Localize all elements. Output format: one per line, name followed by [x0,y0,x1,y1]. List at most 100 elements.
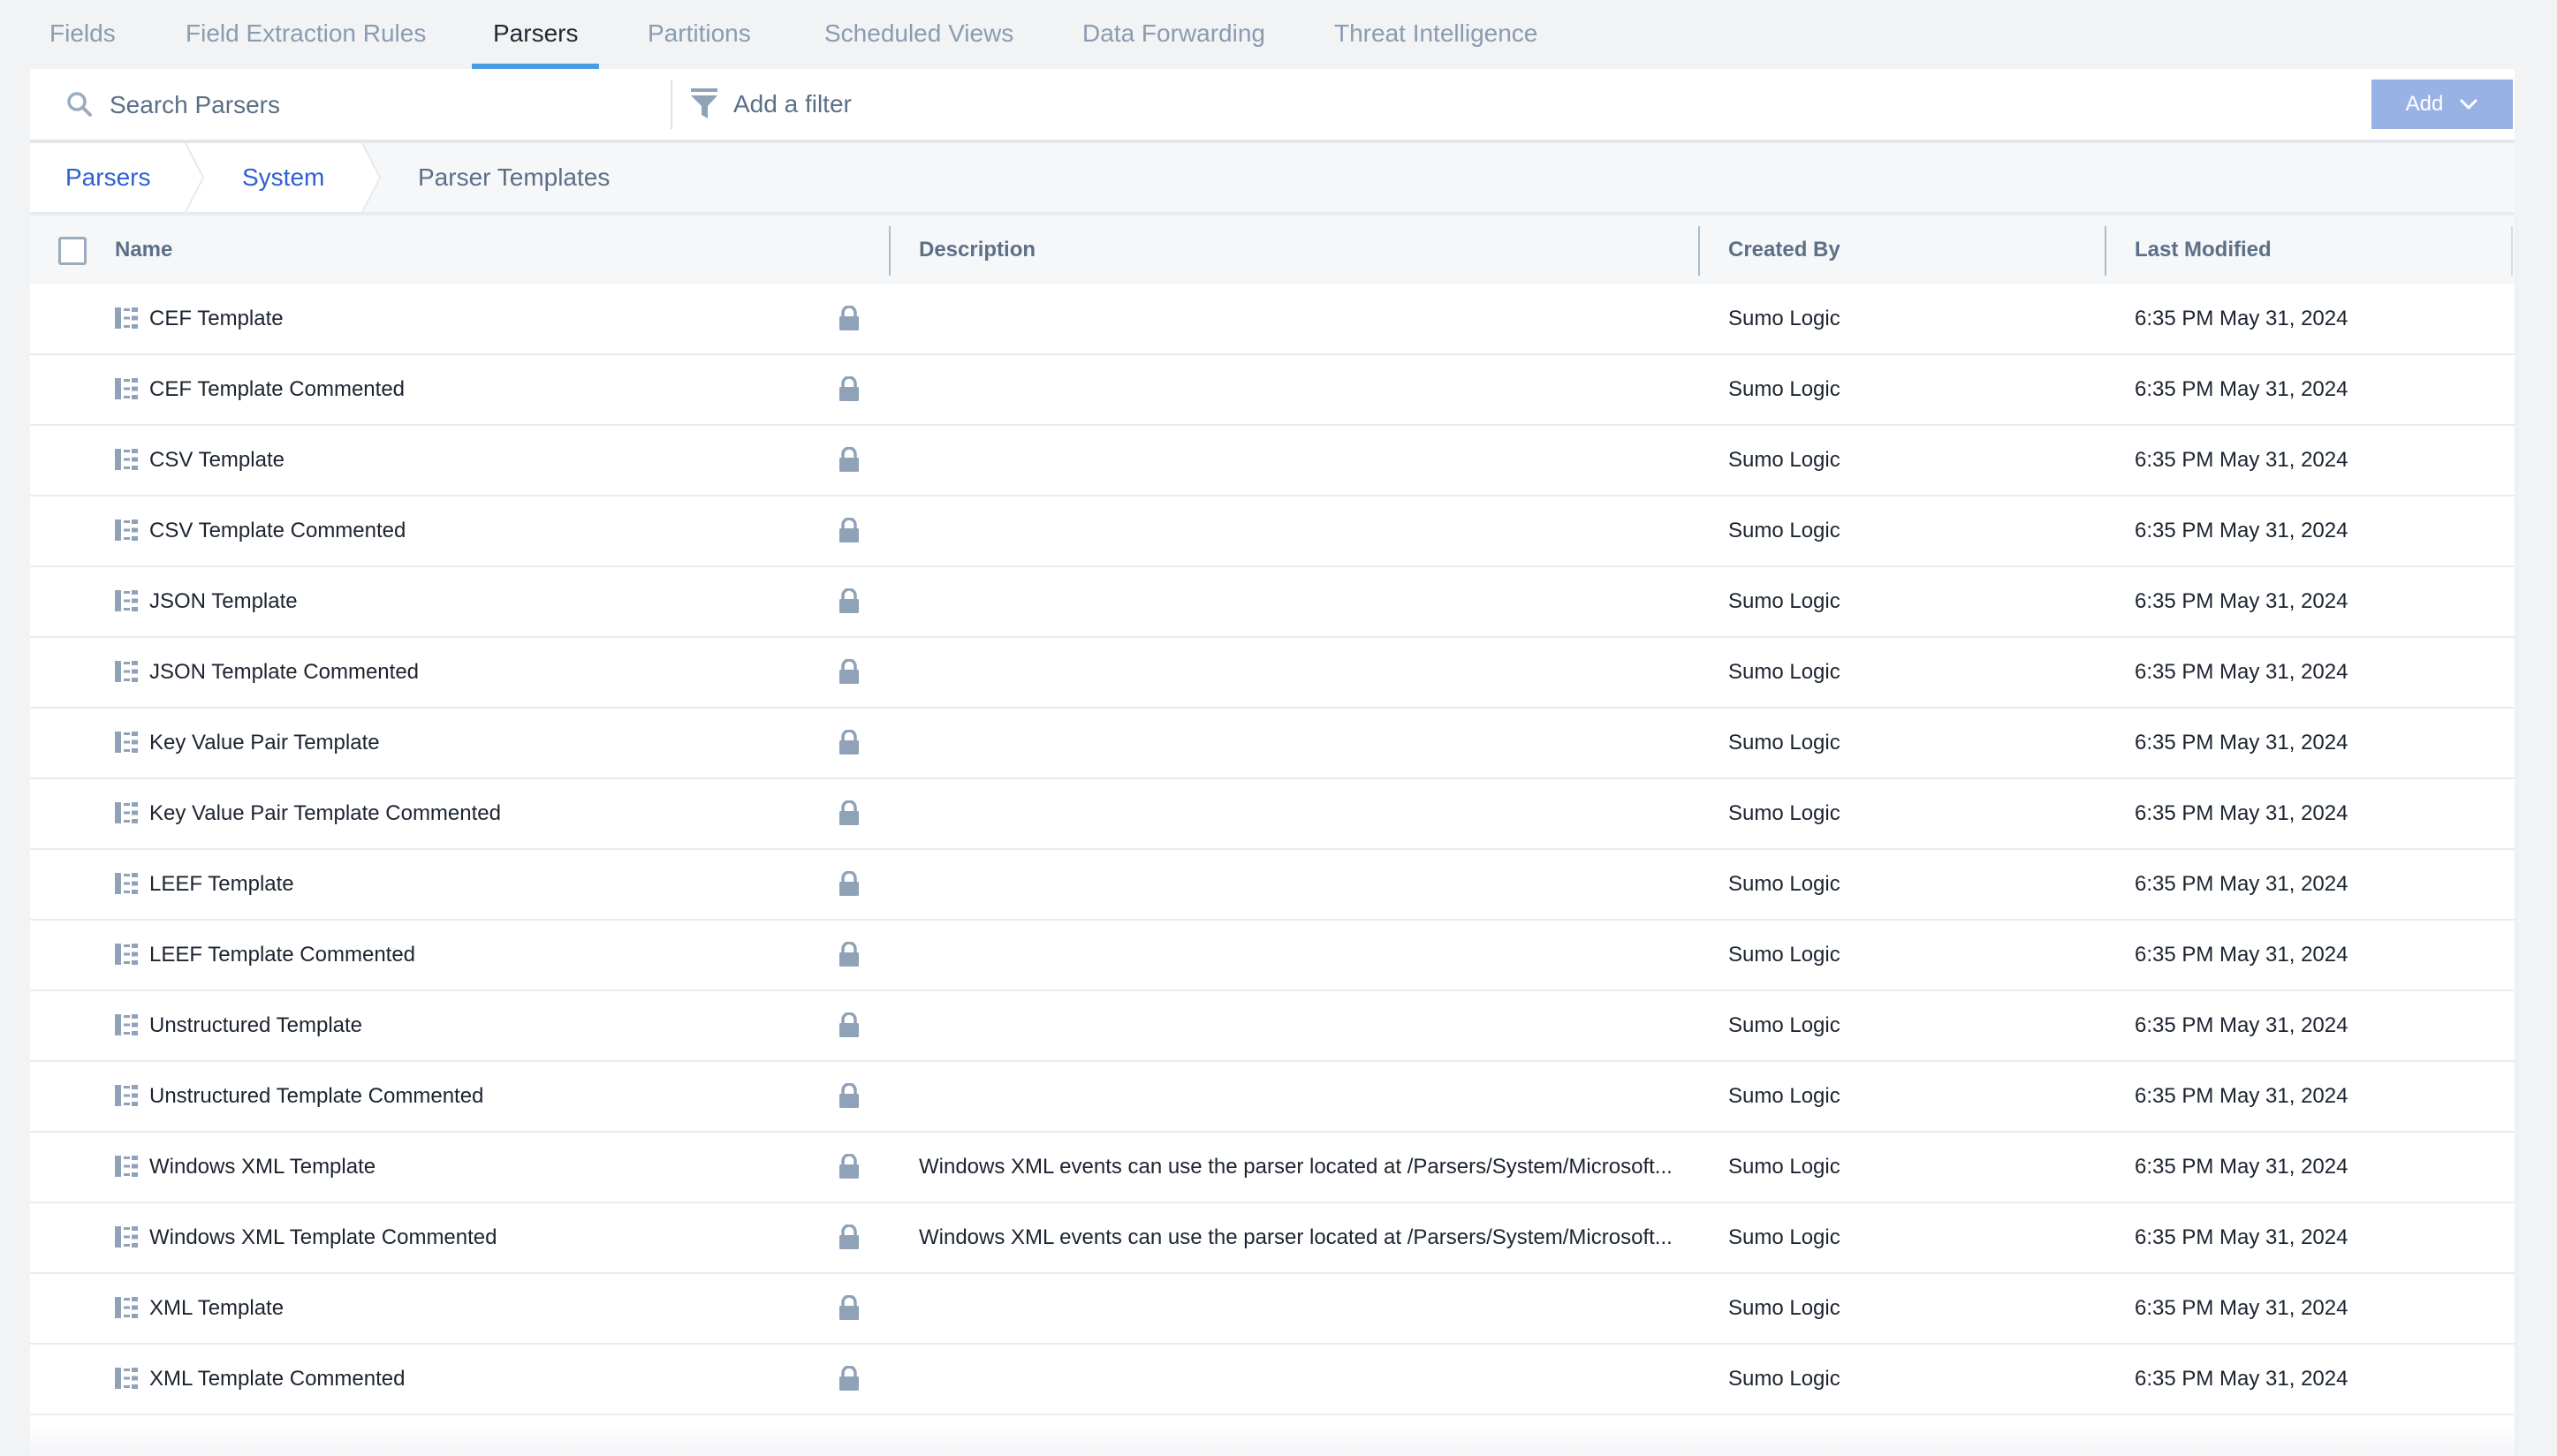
parser-template-icon [115,1368,138,1389]
lock-icon [839,1083,859,1108]
lock-icon [839,1295,859,1320]
table-row[interactable]: CEF Template Commented Sumo Logic 6:35 PM … [30,355,2515,426]
row-name[interactable]: Key Value Pair Template Commented [149,779,501,848]
breadcrumb-parsers[interactable]: Parsers [65,143,150,212]
row-created-by: Sumo Logic [1728,1296,1840,1320]
row-created-by: Sumo Logic [1728,731,1840,755]
row-last-modified: 6:35 PM May 31, 2024 [2135,801,2348,825]
lock-icon [839,1012,859,1037]
breadcrumb-system[interactable]: System [242,143,324,212]
tab-threat-intelligence[interactable]: Threat Intelligence [1334,0,1537,69]
table-row[interactable]: Unstructured Template Commented Sumo Logi… [30,1062,2515,1133]
parser-template-icon [115,1297,138,1318]
row-name[interactable]: JSON Template [149,567,298,636]
parser-template-icon [115,1014,138,1035]
row-created-by: Sumo Logic [1728,943,1840,967]
select-all-checkbox[interactable] [58,237,87,265]
add-filter-button[interactable]: Add a filter [733,85,852,124]
column-resize-handle[interactable] [889,226,891,276]
row-last-modified: 6:35 PM May 31, 2024 [2135,1084,2348,1108]
table-row[interactable]: XML Template Commented Sumo Logic 6:35 PM … [30,1345,2515,1415]
search-icon [67,92,92,117]
row-last-modified: 6:35 PM May 31, 2024 [2135,519,2348,542]
parser-template-icon [115,1156,138,1177]
row-created-by: Sumo Logic [1728,1155,1840,1179]
parser-template-icon [115,519,138,541]
parser-template-list: CEF Template Sumo Logic 6:35 PM May 31, 20… [30,284,2515,1415]
row-name[interactable]: CEF Template Commented [149,355,405,424]
tab-parsers[interactable]: Parsers [471,0,601,69]
row-last-modified: 6:35 PM May 31, 2024 [2135,1296,2348,1320]
lock-icon [839,800,859,825]
column-header-name[interactable]: Name [115,216,172,284]
table-row[interactable]: XML Template Sumo Logic 6:35 PM May 31, 20… [30,1274,2515,1345]
toolbar: Add a filter Add [30,69,2515,143]
lock-icon [839,730,859,755]
parser-template-icon [115,449,138,470]
row-created-by: Sumo Logic [1728,660,1840,684]
table-row[interactable]: CEF Template Sumo Logic 6:35 PM May 31, 20… [30,284,2515,355]
table-row[interactable]: Windows XML Template Windows XML events c… [30,1133,2515,1203]
tab-field-extraction-rules[interactable]: Field Extraction Rules [186,0,426,69]
table-footer [30,1422,2515,1456]
row-name[interactable]: Key Value Pair Template [149,709,380,777]
row-last-modified: 6:35 PM May 31, 2024 [2135,448,2348,472]
parser-template-icon [115,873,138,894]
row-name[interactable]: XML Template [149,1274,284,1343]
lock-icon [839,447,859,472]
table-row[interactable]: Key Value Pair Template Commented Sumo Lo… [30,779,2515,850]
table-row[interactable]: LEEF Template Commented Sumo Logic 6:35 PM… [30,921,2515,991]
tab-scheduled-views[interactable]: Scheduled Views [824,0,1013,69]
column-header-created-by[interactable]: Created By [1728,216,1840,284]
table-row[interactable]: Windows XML Template Commented Windows XM… [30,1203,2515,1274]
table-row[interactable]: Key Value Pair Template Sumo Logic 6:35 PM… [30,709,2515,779]
row-last-modified: 6:35 PM May 31, 2024 [2135,1155,2348,1179]
parsers-panel: Add a filter Add Parsers System Parser T… [30,69,2518,1456]
row-name[interactable]: Unstructured Template Commented [149,1062,483,1131]
add-button-label: Add [2405,92,2444,116]
lock-icon [839,942,859,967]
table-row[interactable]: LEEF Template Sumo Logic 6:35 PM May 31, 2… [30,850,2515,921]
lock-icon [839,376,859,401]
tab-fields[interactable]: Fields [49,0,116,69]
row-last-modified: 6:35 PM May 31, 2024 [2135,377,2348,401]
table-row[interactable]: CSV Template Sumo Logic 6:35 PM May 31, 20… [30,426,2515,497]
row-created-by: Sumo Logic [1728,801,1840,825]
row-name[interactable]: CSV Template [149,426,285,495]
row-created-by: Sumo Logic [1728,377,1840,401]
table-row[interactable]: JSON Template Sumo Logic 6:35 PM May 31, 2… [30,567,2515,638]
lock-icon [839,871,859,896]
row-last-modified: 6:35 PM May 31, 2024 [2135,872,2348,896]
row-name[interactable]: CEF Template [149,284,284,353]
row-name[interactable]: CSV Template Commented [149,497,406,565]
tab-data-forwarding[interactable]: Data Forwarding [1082,0,1265,69]
search-input[interactable] [108,81,641,129]
row-created-by: Sumo Logic [1728,589,1840,613]
row-name[interactable]: Unstructured Template [149,991,362,1060]
add-button[interactable]: Add [2371,80,2513,129]
row-created-by: Sumo Logic [1728,1084,1840,1108]
parser-template-icon [115,732,138,753]
column-header-last-modified[interactable]: Last Modified [2135,216,2272,284]
row-name[interactable]: LEEF Template Commented [149,921,415,990]
row-name[interactable]: JSON Template Commented [149,638,419,707]
column-resize-handle[interactable] [1698,226,1700,276]
lock-icon [839,1154,859,1179]
row-name[interactable]: Windows XML Template [149,1133,376,1202]
column-header-description[interactable]: Description [919,216,1036,284]
row-created-by: Sumo Logic [1728,1013,1840,1037]
row-last-modified: 6:35 PM May 31, 2024 [2135,943,2348,967]
row-created-by: Sumo Logic [1728,448,1840,472]
table-row[interactable]: Unstructured Template Sumo Logic 6:35 PM M… [30,991,2515,1062]
row-name[interactable]: XML Template Commented [149,1345,405,1414]
column-resize-handle[interactable] [2511,226,2513,276]
row-created-by: Sumo Logic [1728,1367,1840,1391]
tab-partitions[interactable]: Partitions [648,0,751,69]
table-row[interactable]: JSON Template Commented Sumo Logic 6:35 PM… [30,638,2515,709]
column-resize-handle[interactable] [2105,226,2106,276]
row-name[interactable]: Windows XML Template Commented [149,1203,497,1272]
table-row[interactable]: CSV Template Commented Sumo Logic 6:35 PM … [30,497,2515,567]
parser-template-icon [115,307,138,329]
row-name[interactable]: LEEF Template [149,850,294,919]
row-last-modified: 6:35 PM May 31, 2024 [2135,731,2348,755]
